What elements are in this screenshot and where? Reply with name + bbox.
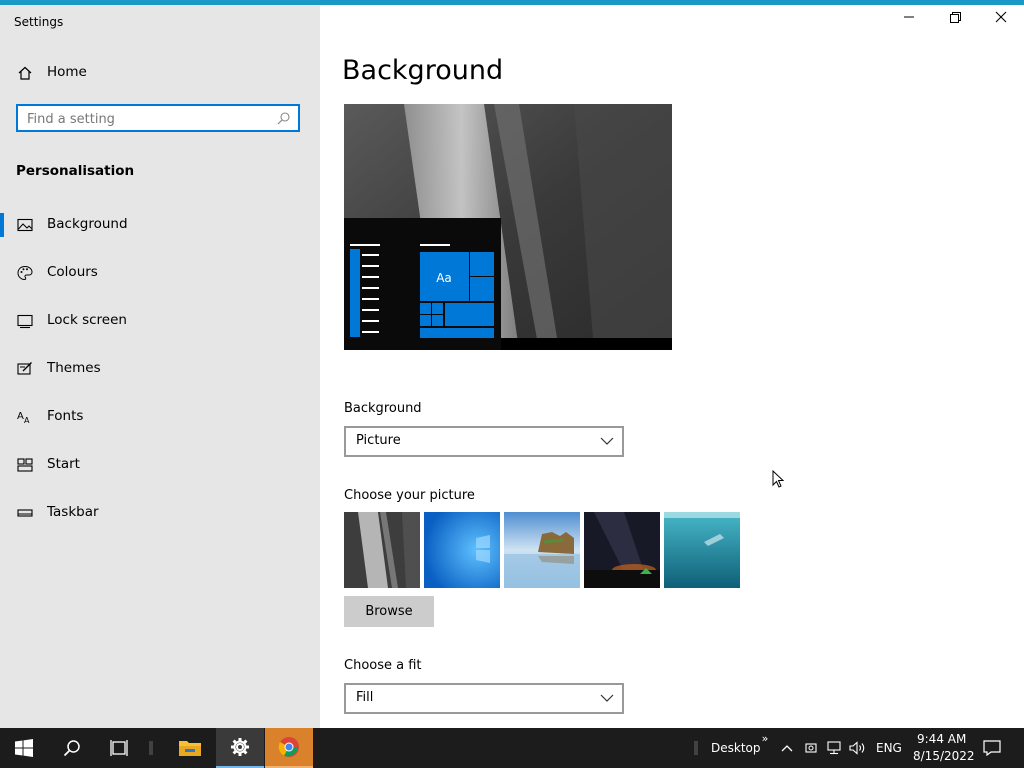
sidebar-item-label: Background — [47, 216, 128, 232]
sidebar-home[interactable]: Home — [0, 53, 320, 93]
home-icon — [18, 66, 32, 80]
preview-tile-text: Aa — [436, 271, 452, 285]
network-icon[interactable] — [825, 728, 845, 768]
show-hidden-icons-icon[interactable] — [778, 728, 796, 768]
sidebar-item-lock-screen[interactable]: Lock screen — [0, 301, 320, 341]
volume-icon[interactable] — [848, 728, 868, 768]
sidebar-item-themes[interactable]: Themes — [0, 349, 320, 389]
svg-text:A: A — [24, 416, 30, 425]
lock-screen-icon — [17, 314, 33, 329]
search-box[interactable] — [16, 104, 300, 132]
sidebar-item-label: Lock screen — [47, 312, 127, 328]
picture-thumbnail-night-sky[interactable] — [584, 512, 660, 588]
picture-thumbnail-rock[interactable] — [344, 512, 420, 588]
sidebar-item-fonts[interactable]: AA Fonts — [0, 397, 320, 437]
fit-dropdown-value: Fill — [356, 690, 374, 705]
picture-thumbnail-underwater[interactable] — [664, 512, 740, 588]
chrome-icon[interactable] — [265, 728, 313, 768]
background-dropdown-value: Picture — [356, 433, 401, 448]
taskbar-divider — [692, 728, 700, 768]
settings-gear-icon[interactable] — [216, 728, 264, 768]
picture-thumbnail-windows[interactable] — [424, 512, 500, 588]
taskbar-divider — [144, 728, 158, 768]
sidebar-item-label: Start — [47, 456, 80, 472]
picture-icon — [17, 218, 33, 232]
camera-icon[interactable] — [802, 728, 820, 768]
svg-text:A: A — [17, 411, 24, 422]
palette-icon — [17, 265, 33, 281]
section-title: Personalisation — [16, 163, 135, 179]
fit-dropdown[interactable]: Fill — [344, 683, 624, 714]
search-icon[interactable] — [48, 728, 96, 768]
chevron-down-icon — [600, 694, 614, 702]
close-icon[interactable] — [991, 8, 1011, 26]
clock-date[interactable]: 8/15/2022 — [913, 749, 975, 763]
page-title: Background — [342, 55, 504, 86]
choose-fit-label: Choose a fit — [344, 658, 422, 673]
sidebar-item-label: Themes — [47, 360, 101, 376]
sidebar: Settings Home Personalisation Background… — [0, 5, 320, 728]
picture-thumbnail-beach[interactable] — [504, 512, 580, 588]
task-view-icon[interactable] — [96, 728, 144, 768]
search-icon[interactable] — [277, 112, 290, 125]
windows-start-icon[interactable] — [0, 728, 48, 768]
taskbar: Desktop » ENG 9:44 AM 8/15/2022 — [0, 728, 1024, 768]
clock-time[interactable]: 9:44 AM — [917, 732, 966, 746]
sidebar-item-taskbar[interactable]: Taskbar — [0, 493, 320, 533]
sidebar-item-background[interactable]: Background — [0, 205, 320, 245]
search-input[interactable] — [27, 110, 267, 128]
minimize-icon[interactable] — [899, 8, 919, 26]
sidebar-item-colours[interactable]: Colours — [0, 253, 320, 293]
file-explorer-icon[interactable] — [168, 728, 212, 768]
sidebar-item-start[interactable]: Start — [0, 445, 320, 485]
sidebar-item-label: Taskbar — [47, 504, 99, 520]
restore-icon[interactable] — [945, 8, 965, 26]
start-icon — [17, 458, 33, 472]
desktop-toolbar-label[interactable]: Desktop — [711, 741, 761, 755]
chevron-down-icon — [600, 437, 614, 445]
action-center-icon[interactable] — [978, 728, 1006, 768]
taskbar-icon — [17, 509, 33, 517]
mouse-cursor-icon — [772, 470, 785, 488]
browse-button[interactable]: Browse — [344, 596, 434, 627]
language-indicator[interactable]: ENG — [876, 741, 902, 755]
choose-picture-label: Choose your picture — [344, 488, 475, 503]
background-dropdown[interactable]: Picture — [344, 426, 624, 457]
background-preview: Aa — [344, 104, 672, 350]
toolbar-expand-icon[interactable]: » — [758, 728, 772, 768]
themes-icon — [17, 362, 32, 375]
preview-wallpaper: Aa — [344, 104, 672, 350]
fonts-icon: AA — [17, 411, 30, 425]
sidebar-item-label: Fonts — [47, 408, 84, 424]
window-title: Settings — [14, 15, 64, 29]
sidebar-home-label: Home — [47, 64, 87, 80]
sidebar-item-label: Colours — [47, 264, 98, 280]
background-label: Background — [344, 401, 422, 416]
